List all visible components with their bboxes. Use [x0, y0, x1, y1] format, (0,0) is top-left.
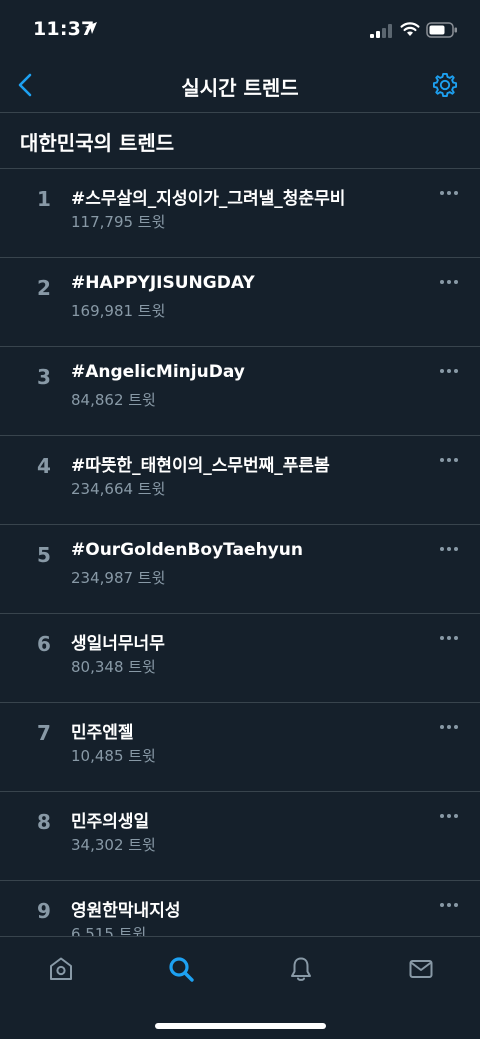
trend-rank: 6	[37, 632, 51, 656]
trend-rank: 1	[37, 187, 51, 211]
home-icon	[50, 957, 72, 980]
search-icon	[169, 957, 194, 982]
wifi-icon	[400, 22, 420, 36]
more-options-button[interactable]	[436, 185, 462, 201]
battery-icon	[426, 22, 457, 38]
trend-name: 영원한막내지성	[71, 901, 181, 921]
more-options-button[interactable]	[436, 363, 462, 379]
trend-name: 민주엔젤	[71, 723, 134, 743]
trend-rank: 9	[37, 899, 51, 923]
more-icon	[440, 280, 458, 284]
trend-name: #AngelicMinjuDay	[71, 362, 245, 382]
trend-rank: 4	[37, 454, 51, 478]
more-icon	[440, 191, 458, 195]
tweet-count: 10,485 트윗	[71, 747, 156, 765]
trend-name: #OurGoldenBoyTaehyun	[71, 540, 303, 560]
more-icon	[440, 636, 458, 640]
tab-bar	[0, 936, 480, 1039]
trend-name: #따뜻한_태현이의_스무번째_푸른봄	[71, 456, 330, 476]
trend-row[interactable]: 4 #따뜻한_태현이의_스무번째_푸른봄 234,664 트윗	[0, 436, 480, 525]
tab-messages[interactable]	[401, 952, 441, 986]
settings-button[interactable]	[430, 70, 460, 100]
trends-screen: 11:37 실시간 트렌드 대한민국의 트렌드 1 #스무살의_지성이가_그려낼…	[0, 0, 480, 1039]
more-options-button[interactable]	[436, 808, 462, 824]
trend-rank: 2	[37, 276, 51, 300]
trend-rank: 7	[37, 721, 51, 745]
tab-home[interactable]	[41, 952, 81, 986]
trend-name: #HAPPYJISUNGDAY	[71, 273, 255, 293]
more-icon	[440, 903, 458, 907]
more-options-button[interactable]	[436, 274, 462, 290]
trend-row[interactable]: 2 #HAPPYJISUNGDAY 169,981 트윗	[0, 258, 480, 347]
cellular-signal-icon	[370, 24, 392, 38]
more-options-button[interactable]	[436, 897, 462, 913]
trend-rank: 3	[37, 365, 51, 389]
trend-name: #스무살의_지성이가_그려낼_청춘무비	[71, 189, 346, 209]
tweet-count: 84,862 트윗	[71, 391, 156, 409]
trend-row[interactable]: 6 생일너무너무 80,348 트윗	[0, 614, 480, 703]
more-icon	[440, 369, 458, 373]
gear-icon	[432, 72, 458, 98]
more-options-button[interactable]	[436, 541, 462, 557]
trend-name: 생일너무너무	[71, 634, 165, 654]
tweet-count: 234,664 트윗	[71, 480, 166, 498]
more-icon	[440, 725, 458, 729]
trend-list: 1 #스무살의_지성이가_그려낼_청춘무비 117,795 트윗 2 #HAPP…	[0, 169, 480, 937]
status-bar: 11:37	[0, 0, 480, 58]
more-icon	[440, 458, 458, 462]
section-title: 대한민국의 트렌드	[20, 131, 175, 155]
trend-row[interactable]: 7 민주엔젤 10,485 트윗	[0, 703, 480, 792]
trend-row[interactable]: 1 #스무살의_지성이가_그려낼_청춘무비 117,795 트윗	[0, 169, 480, 258]
bell-icon	[291, 957, 311, 981]
trend-rank: 8	[37, 810, 51, 834]
page-title: 실시간 트렌드	[181, 76, 299, 100]
more-options-button[interactable]	[436, 630, 462, 646]
mail-icon	[409, 960, 433, 978]
trend-row[interactable]: 8 민주의생일 34,302 트윗	[0, 792, 480, 881]
trend-name: 민주의생일	[71, 812, 150, 832]
home-indicator	[155, 1023, 326, 1029]
more-options-button[interactable]	[436, 719, 462, 735]
location-arrow-icon	[85, 22, 97, 34]
trend-row[interactable]: 9 영원한막내지성 6,515 트윗	[0, 881, 480, 937]
header: 실시간 트렌드	[0, 58, 480, 113]
more-icon	[440, 547, 458, 551]
trend-row[interactable]: 3 #AngelicMinjuDay 84,862 트윗	[0, 347, 480, 436]
tweet-count: 169,981 트윗	[71, 302, 166, 320]
more-options-button[interactable]	[436, 452, 462, 468]
tweet-count: 234,987 트윗	[71, 569, 166, 587]
trend-row[interactable]: 5 #OurGoldenBoyTaehyun 234,987 트윗	[0, 525, 480, 614]
tweet-count: 34,302 트윗	[71, 836, 156, 854]
tab-search[interactable]	[161, 952, 201, 986]
tab-notifications[interactable]	[281, 952, 321, 986]
trend-rank: 5	[37, 543, 51, 567]
more-icon	[440, 814, 458, 818]
tweet-count: 117,795 트윗	[71, 213, 166, 231]
tweet-count: 80,348 트윗	[71, 658, 156, 676]
tweet-count: 6,515 트윗	[71, 925, 147, 937]
